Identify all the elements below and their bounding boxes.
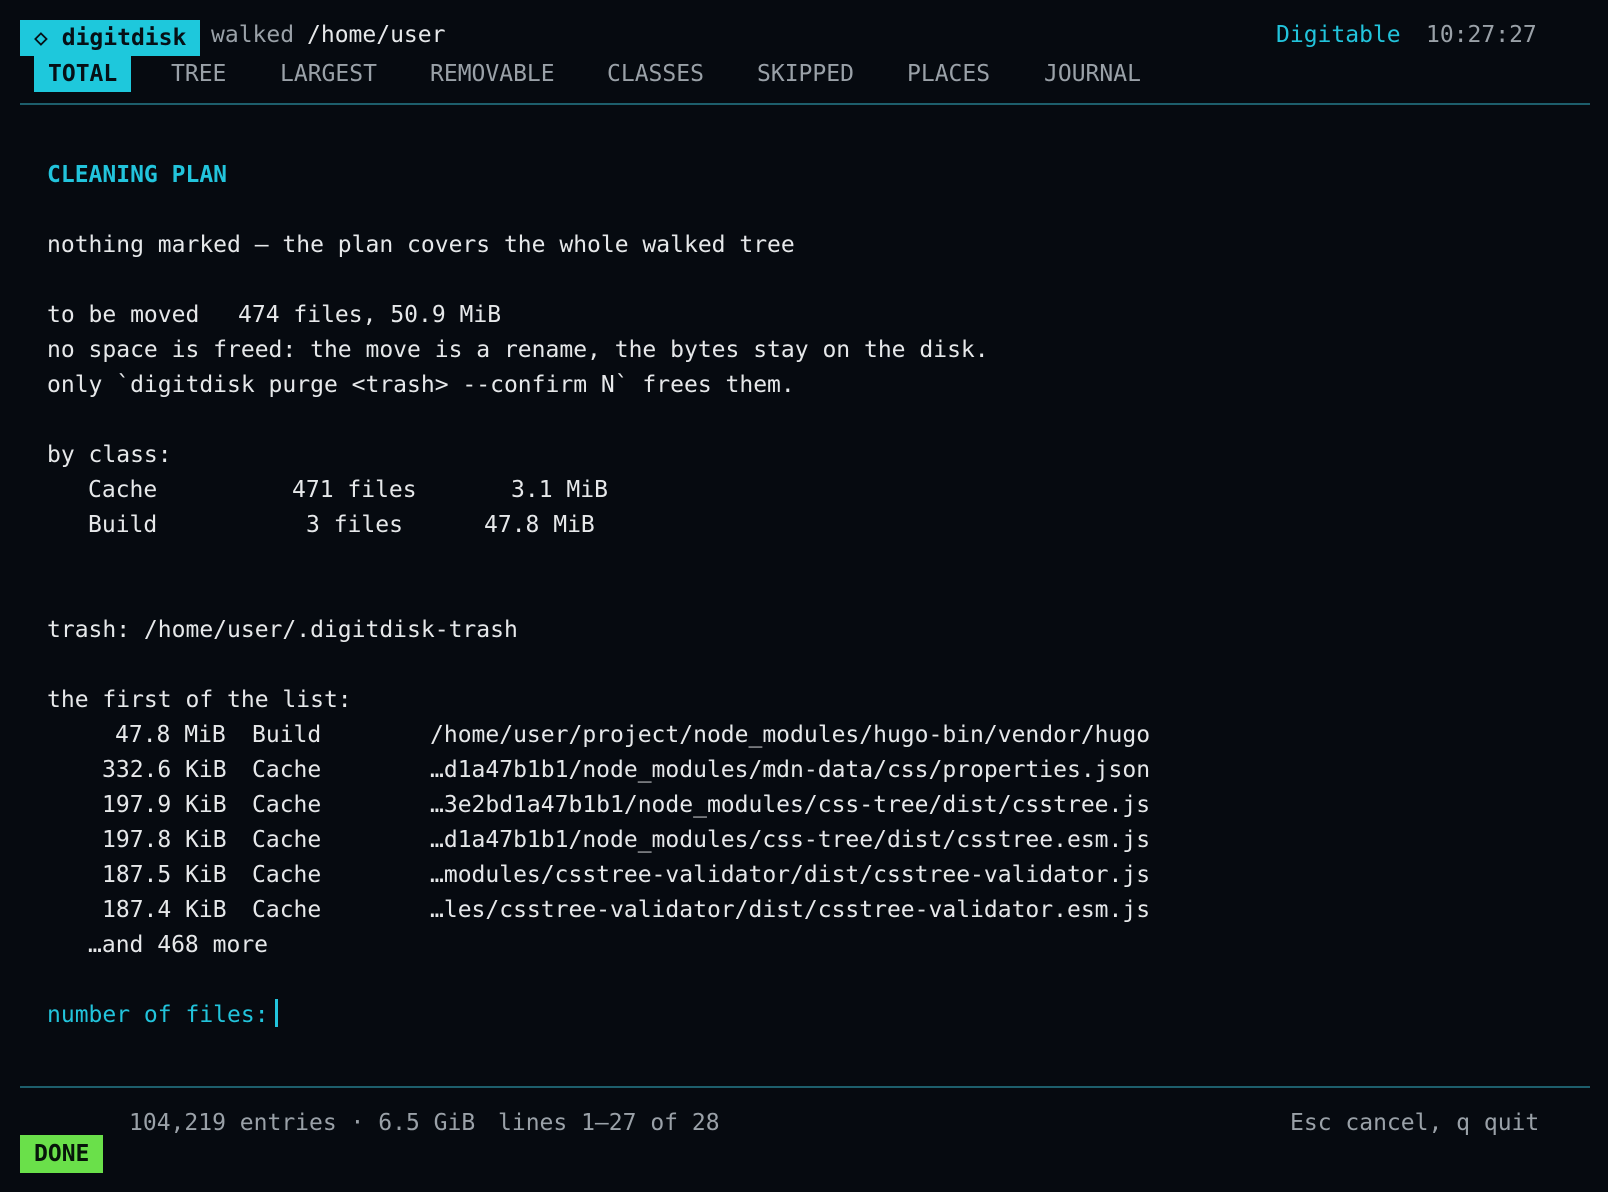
header-divider <box>20 103 1590 105</box>
item-path: /home/user/project/node_modules/hugo-bin… <box>430 722 1151 748</box>
item-path: …les/csstree-validator/dist/csstree-vali… <box>430 897 1151 923</box>
item-size: 197.8 KiB <box>102 827 227 853</box>
note-purge: only `digitdisk purge <trash> --confirm … <box>47 372 795 398</box>
item-path: …d1a47b1b1/node_modules/css-tree/dist/cs… <box>430 827 1151 853</box>
item-path: …modules/csstree-validator/dist/csstree-… <box>430 862 1151 888</box>
tab-classes[interactable]: CLASSES <box>607 56 704 92</box>
clock: 10:27:27 <box>1426 22 1537 48</box>
by-class-label: by class: <box>47 442 172 468</box>
tab-removable[interactable]: REMOVABLE <box>430 56 555 92</box>
text-cursor <box>274 999 278 1027</box>
scan-stats: 104,219 entries · 6.5 GiB <box>129 1110 476 1136</box>
item-path: …3e2bd1a47b1b1/node_modules/css-tree/dis… <box>430 792 1151 818</box>
item-class: Cache <box>252 792 322 818</box>
class-size: 3.1 MiB <box>511 477 608 503</box>
item-size: 47.8 MiB <box>115 722 226 748</box>
class-files: 471 files <box>292 477 417 503</box>
tab-places[interactable]: PLACES <box>907 56 990 92</box>
tab-skipped[interactable]: SKIPPED <box>757 56 854 92</box>
app-name: digitdisk <box>61 25 187 51</box>
item-size: 332.6 KiB <box>102 757 227 783</box>
nothing-marked-text: nothing marked — the plan covers the who… <box>47 232 795 258</box>
walked-label: walked <box>211 22 295 48</box>
item-class: Cache <box>252 897 322 923</box>
files-prompt[interactable]: number of files: <box>47 998 278 1033</box>
tab-journal[interactable]: JOURNAL <box>1044 56 1141 92</box>
item-size: 197.9 KiB <box>102 792 227 818</box>
note-no-space: no space is freed: the move is a rename,… <box>47 337 989 363</box>
item-class: Build <box>252 722 322 748</box>
class-name: Build <box>88 512 158 538</box>
to-be-moved-value: 474 files, 50.9 MiB <box>238 302 502 328</box>
key-help: Esc cancel, q quit <box>1290 1110 1540 1136</box>
tab-total[interactable]: TOTAL <box>34 56 132 92</box>
theme-name: Digitable <box>1276 22 1401 48</box>
status-badge: DONE <box>20 1135 104 1173</box>
to-be-moved-label: to be moved <box>47 302 200 328</box>
class-name: Cache <box>88 477 158 503</box>
item-class: Cache <box>252 827 322 853</box>
diamond-icon: ◇ <box>34 25 48 51</box>
item-class: Cache <box>252 862 322 888</box>
trash-path: trash: /home/user/.digitdisk-trash <box>47 617 518 643</box>
line-range: lines 1–27 of 28 <box>498 1110 720 1136</box>
plan-heading: CLEANING PLAN <box>47 162 228 188</box>
more-count: …and 468 more <box>88 932 269 958</box>
class-files: 3 files <box>306 512 403 538</box>
walked-path: /home/user <box>307 22 446 48</box>
app-brand: ◇ digitdisk <box>20 20 201 56</box>
item-size: 187.4 KiB <box>102 897 227 923</box>
tab-tree[interactable]: TREE <box>171 56 226 92</box>
item-size: 187.5 KiB <box>102 862 227 888</box>
class-size: 47.8 MiB <box>484 512 595 538</box>
item-class: Cache <box>252 757 322 783</box>
footer-divider <box>20 1086 1590 1088</box>
item-path: …d1a47b1b1/node_modules/mdn-data/css/pro… <box>430 757 1151 783</box>
prompt-label: number of files: <box>47 1002 269 1028</box>
tab-largest[interactable]: LARGEST <box>280 56 377 92</box>
first-of-list-label: the first of the list: <box>47 687 352 713</box>
